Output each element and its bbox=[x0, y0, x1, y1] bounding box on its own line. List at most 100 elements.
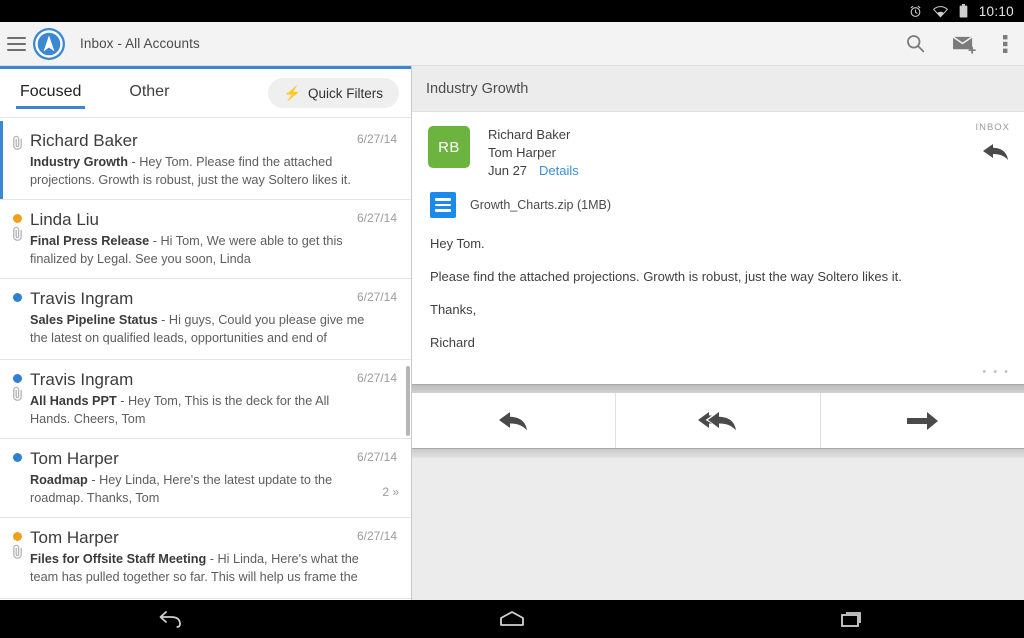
attachment-icon bbox=[8, 544, 26, 564]
message-sender: Travis Ingram bbox=[30, 369, 365, 391]
message-list-item[interactable]: Tom Harper6/27/14 Files for Offsite Staff… bbox=[0, 518, 411, 599]
recent-apps-icon[interactable] bbox=[683, 609, 1024, 629]
message-to: Tom Harper bbox=[488, 144, 579, 162]
hamburger-menu-icon[interactable] bbox=[4, 37, 26, 51]
message-date: 6/27/14 bbox=[357, 371, 397, 385]
message-snippet: Sales Pipeline Status - Hi guys, Could y… bbox=[30, 311, 365, 349]
message-markers bbox=[8, 291, 26, 302]
unread-dot bbox=[13, 532, 22, 541]
message-more-indicator[interactable]: • • • bbox=[982, 366, 1010, 378]
message-sender: Tom Harper bbox=[30, 448, 365, 470]
reading-pane-header: Industry Growth bbox=[412, 66, 1024, 112]
details-link[interactable]: Details bbox=[539, 163, 579, 178]
meta-lines: Richard Baker Tom Harper Jun 27 Details bbox=[488, 126, 579, 180]
message-markers bbox=[8, 212, 26, 246]
message-date: 6/27/14 bbox=[357, 132, 397, 146]
message-snippet: Final Press Release - Hi Tom, We were ab… bbox=[30, 232, 365, 268]
overflow-menu-icon[interactable] bbox=[1003, 34, 1008, 54]
lightning-bolt-icon: ⚡ bbox=[284, 86, 301, 100]
attachment-icon bbox=[8, 226, 26, 246]
avatar: RB bbox=[428, 126, 470, 168]
reply-button[interactable] bbox=[412, 393, 616, 448]
message-body: Hey Tom. Please find the attached project… bbox=[412, 224, 1024, 384]
message-paragraph: Hey Tom. bbox=[430, 234, 1006, 253]
message-action-bar bbox=[412, 393, 1024, 449]
message-snippet: Files for Offsite Staff Meeting - Hi Lin… bbox=[30, 550, 365, 588]
message-subject: Files for Offsite Staff Meeting bbox=[30, 552, 206, 566]
app-bar-title: Inbox - All Accounts bbox=[80, 36, 200, 51]
reading-pane: Industry Growth RB Richard Baker Tom Har… bbox=[412, 66, 1024, 638]
tab-focused[interactable]: Focused bbox=[18, 79, 83, 108]
android-navigation-bar bbox=[0, 600, 1024, 638]
message-markers bbox=[8, 530, 26, 564]
unread-dot bbox=[13, 374, 22, 383]
conversation-title: Industry Growth bbox=[426, 81, 528, 97]
search-icon[interactable] bbox=[905, 33, 926, 54]
message-card: RB Richard Baker Tom Harper Jun 27 Detai… bbox=[412, 112, 1024, 384]
compose-mail-icon[interactable] bbox=[952, 33, 977, 54]
tab-other[interactable]: Other bbox=[127, 79, 171, 108]
message-list-pane: Focused Other ⚡ Quick Filters Richard Ba… bbox=[0, 66, 412, 638]
message-from: Richard Baker bbox=[488, 126, 579, 144]
message-sender: Travis Ingram bbox=[30, 288, 365, 310]
message-subject: All Hands PPT bbox=[30, 394, 117, 408]
message-date: 6/27/14 bbox=[357, 290, 397, 304]
message-subject: Roadmap bbox=[30, 473, 88, 487]
message-markers bbox=[8, 133, 26, 155]
thread-count[interactable]: 2 » bbox=[382, 485, 399, 499]
home-icon[interactable] bbox=[341, 609, 682, 629]
attachment-icon bbox=[8, 386, 26, 406]
app-bar-actions bbox=[905, 33, 1014, 54]
battery-icon bbox=[959, 4, 968, 18]
forward-button[interactable] bbox=[821, 393, 1024, 448]
message-list-item[interactable]: Linda Liu6/27/14 Final Press Release - Hi… bbox=[0, 200, 411, 279]
message-sender: Tom Harper bbox=[30, 527, 365, 549]
attachment-row[interactable]: Growth_Charts.zip (1MB) bbox=[412, 184, 1024, 224]
status-bar-clock: 10:10 bbox=[979, 4, 1014, 19]
android-tablet-screen: 10:10 Inbox - All Accounts bbox=[0, 0, 1024, 638]
app-bar: Inbox - All Accounts bbox=[0, 22, 1024, 66]
message-snippet: All Hands PPT - Hey Tom, This is the dec… bbox=[30, 392, 365, 428]
quick-filters-label: Quick Filters bbox=[308, 86, 383, 101]
reply-icon[interactable] bbox=[982, 140, 1012, 169]
message-list-item[interactable]: Richard Baker6/27/14 Industry Growth - He… bbox=[0, 121, 411, 200]
message-subject: Industry Growth bbox=[30, 155, 128, 169]
app-logo-icon bbox=[32, 27, 66, 61]
message-date: 6/27/14 bbox=[357, 450, 397, 464]
message-snippet: Roadmap - Hey Linda, Here's the latest u… bbox=[30, 471, 365, 507]
unread-dot bbox=[13, 293, 22, 302]
attachment-icon bbox=[8, 135, 26, 155]
message-list[interactable]: Richard Baker6/27/14Industry Growth - He… bbox=[0, 121, 411, 638]
reply-all-button[interactable] bbox=[616, 393, 820, 448]
message-date-row: Jun 27 Details bbox=[488, 162, 579, 180]
message-date: Jun 27 bbox=[488, 162, 527, 180]
message-list-item[interactable]: Travis Ingram6/27/14 Sales Pipeline Statu… bbox=[0, 279, 411, 360]
android-status-bar: 10:10 bbox=[0, 0, 1024, 22]
message-paragraph: Thanks, bbox=[430, 300, 1006, 319]
message-paragraph: Please find the attached projections. Gr… bbox=[430, 267, 1006, 286]
message-date: 6/27/14 bbox=[357, 529, 397, 543]
message-date: 6/27/14 bbox=[357, 211, 397, 225]
unread-dot bbox=[13, 214, 22, 223]
zip-file-icon bbox=[430, 192, 456, 218]
message-markers bbox=[8, 372, 26, 406]
message-snippet: Industry Growth - Hey Tom. Please find t… bbox=[30, 153, 365, 189]
message-subject: Final Press Release bbox=[30, 234, 149, 248]
list-scrollbar[interactable] bbox=[406, 366, 410, 436]
message-subject: Sales Pipeline Status bbox=[30, 313, 158, 327]
alarm-clock-icon bbox=[909, 5, 922, 18]
message-markers bbox=[8, 451, 26, 462]
attachment-name: Growth_Charts.zip (1MB) bbox=[470, 198, 611, 212]
message-paragraph: Richard bbox=[430, 333, 1006, 352]
unread-dot bbox=[13, 453, 22, 462]
quick-filters-button[interactable]: ⚡ Quick Filters bbox=[268, 78, 399, 108]
back-icon[interactable] bbox=[0, 608, 341, 630]
list-tab-bar: Focused Other ⚡ Quick Filters bbox=[0, 66, 411, 118]
wifi-icon bbox=[933, 5, 948, 18]
message-sender: Richard Baker bbox=[30, 130, 365, 152]
message-list-item[interactable]: Tom Harper6/27/14 2 » Roadmap - Hey Linda,… bbox=[0, 439, 411, 518]
action-bar-shadow bbox=[412, 449, 1024, 458]
message-list-item[interactable]: Travis Ingram6/27/14 All Hands PPT - Hey … bbox=[0, 360, 411, 439]
message-sender: Linda Liu bbox=[30, 209, 365, 231]
folder-badge: INBOX bbox=[975, 122, 1010, 133]
